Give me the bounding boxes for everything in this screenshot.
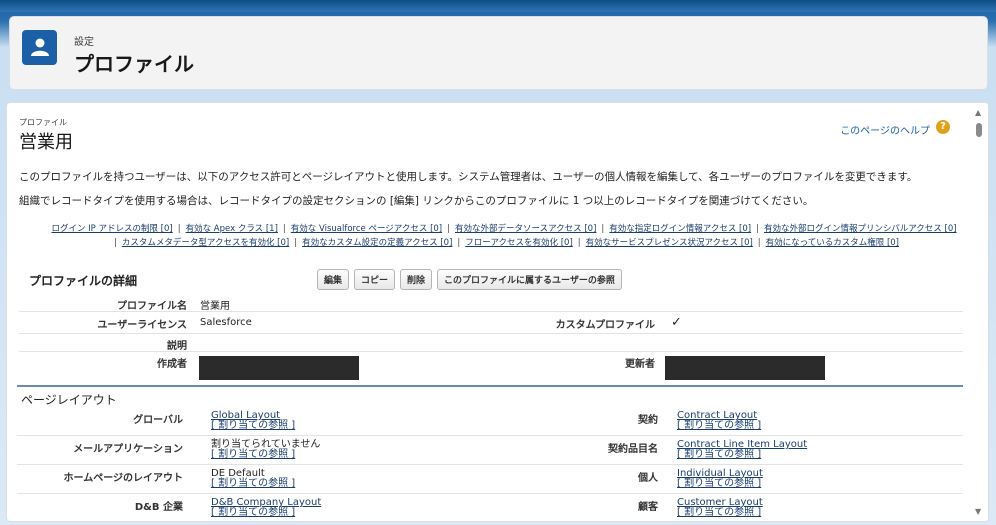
page-title: プロファイル (74, 52, 194, 76)
profile-title: 営業用 (19, 132, 73, 153)
layout-label: 契約 (638, 415, 658, 426)
view-assignment-link[interactable]: [ 割り当ての参照 ] (211, 479, 295, 489)
detail-row-profile-name: プロファイル名 営業用 (19, 294, 963, 312)
section-title-detail: プロファイルの詳細 (29, 274, 138, 288)
profile-name-value: 営業用 (200, 301, 230, 312)
layout-label: 顧客 (638, 502, 658, 513)
user-icon (22, 30, 57, 65)
vertical-scrollbar[interactable]: ▲ ▼ (970, 103, 988, 521)
link-flow-access[interactable]: フローアクセスを有効化 [0] (465, 238, 572, 248)
layout-row: グローバル Global Layout [ 割り当ての参照 ] 契約 Contr… (17, 407, 963, 436)
user-license-value: Salesforce (200, 317, 252, 328)
modified-by-label: 更新者 (625, 359, 655, 370)
link-external-credential-principal-access[interactable]: 有効な外部ログイン情報プリンシパルアクセス [0] (764, 224, 957, 234)
view-assignment-link[interactable]: [ 割り当ての参照 ] (677, 421, 761, 431)
description-label: 説明 (167, 341, 187, 352)
view-assignment-link[interactable]: [ 割り当ての参照 ] (677, 508, 763, 518)
layout-value: 割り当てられていません [ 割り当ての参照 ] (211, 440, 320, 460)
related-links: ログイン IP アドレスの制限 [0] | 有効な Apex クラス [1] | 有効な… (29, 222, 979, 250)
view-assignment-link[interactable]: [ 割り当ての参照 ] (211, 508, 321, 518)
scroll-up-arrow-icon[interactable]: ▲ (975, 108, 981, 117)
view-assignment-link[interactable]: [ 割り当ての参照 ] (677, 450, 807, 460)
profile-name-label: プロファイル名 (117, 301, 187, 312)
view-assignment-link[interactable]: [ 割り当ての参照 ] (677, 479, 763, 489)
layout-value: Customer Layout [ 割り当ての参照 ] (677, 498, 763, 518)
layout-label: グローバル (133, 415, 183, 426)
copy-button[interactable]: コピー (354, 269, 396, 290)
description-text-2: 組織でレコードタイプを使用する場合は、レコードタイプの設定セクションの [編集]… (19, 195, 814, 207)
page-header: 設定 プロファイル (9, 16, 988, 90)
created-by-redacted (199, 356, 359, 380)
link-named-credential-access[interactable]: 有効な指定ログイン情報アクセス [0] (609, 224, 751, 234)
layout-value: Global Layout [ 割り当ての参照 ] (211, 411, 295, 431)
layout-label: 契約品目名 (608, 444, 658, 455)
record-type-label: プロファイル (19, 118, 67, 127)
help-icon[interactable]: ? (936, 120, 950, 134)
created-by-label: 作成者 (157, 359, 187, 370)
layout-label: ホームページのレイアウト (63, 473, 184, 484)
layout-row: メールアプリケーション 割り当てられていません [ 割り当ての参照 ] 契約品目… (17, 436, 963, 465)
header-eyebrow: 設定 (74, 37, 94, 48)
custom-profile-check-icon: ✓ (671, 315, 682, 330)
layout-value: Individual Layout [ 割り当ての参照 ] (677, 469, 763, 489)
link-custom-metadata-access[interactable]: カスタムメタデータ型アクセスを有効化 [0] (122, 238, 289, 248)
layout-value: DE Default [ 割り当ての参照 ] (211, 469, 295, 489)
link-external-data-source-access[interactable]: 有効な外部データソースアクセス [0] (455, 224, 596, 234)
custom-profile-label: カスタムプロファイル (555, 320, 655, 331)
help-link[interactable]: このページのヘルプ (840, 122, 930, 137)
detail-row-license: ユーザーライセンス Salesforce カスタムプロファイル ✓ (19, 312, 963, 334)
layout-value: Contract Layout [ 割り当ての参照 ] (677, 411, 761, 431)
layout-label: 個人 (638, 473, 658, 484)
layout-label: D&B 企業 (134, 502, 183, 513)
detail-button-row: 編集 コピー 削除 このプロファイルに属するユーザーの参照 (317, 269, 622, 290)
detail-row-created-modified: 作成者 更新者 (19, 352, 963, 380)
link-custom-setting-access[interactable]: 有効なカスタム設定の定義アクセス [0] (302, 238, 452, 248)
view-assignment-link[interactable]: [ 割り当ての参照 ] (211, 450, 320, 460)
view-assignment-link[interactable]: [ 割り当ての参照 ] (211, 421, 295, 431)
layout-row: D&B 企業 D&B Company Layout [ 割り当ての参照 ] 顧客… (17, 494, 963, 521)
scroll-down-arrow-icon[interactable]: ▼ (975, 507, 981, 516)
layout-label: メールアプリケーション (73, 444, 183, 455)
related-links-line-2: | カスタムメタデータ型アクセスを有効化 [0] | 有効なカスタム設定の定義アクセス… (114, 238, 899, 248)
view-users-button[interactable]: このプロファイルに属するユーザーの参照 (437, 269, 622, 290)
modified-by-redacted (665, 356, 825, 380)
edit-button[interactable]: 編集 (317, 269, 350, 290)
link-service-presence-access[interactable]: 有効なサービスプレゼンス状況アクセス [0] (586, 238, 753, 248)
link-apex-classes[interactable]: 有効な Apex クラス [1] (186, 224, 278, 234)
link-visualforce-access[interactable]: 有効な Visualforce ページアクセス [0] (291, 224, 442, 234)
section-title-page-layouts: ページレイアウト (17, 385, 963, 407)
related-links-line-1: ログイン IP アドレスの制限 [0] | 有効な Apex クラス [1] | 有効な… (51, 224, 957, 234)
delete-button[interactable]: 削除 (400, 269, 433, 290)
link-custom-permissions[interactable]: 有効になっているカスタム権限 [0] (766, 238, 899, 248)
detail-row-description: 説明 (19, 334, 963, 352)
layout-value: D&B Company Layout [ 割り当ての参照 ] (211, 498, 321, 518)
top-banner (0, 0, 996, 12)
description-text-1: このプロファイルを持つユーザーは、以下のアクセス許可とページレイアウトと使用しま… (19, 171, 918, 183)
layout-value: Contract Line Item Layout [ 割り当ての参照 ] (677, 440, 807, 460)
scroll-thumb[interactable] (976, 123, 982, 137)
main-content: プロファイル 営業用 このページのヘルプ ? このプロファイルを持つユーザーは、… (6, 102, 989, 522)
user-license-label: ユーザーライセンス (97, 320, 187, 331)
layout-row: ホームページのレイアウト DE Default [ 割り当ての参照 ] 個人 I… (17, 465, 963, 494)
link-login-ip-restrictions[interactable]: ログイン IP アドレスの制限 [0] (51, 224, 172, 234)
